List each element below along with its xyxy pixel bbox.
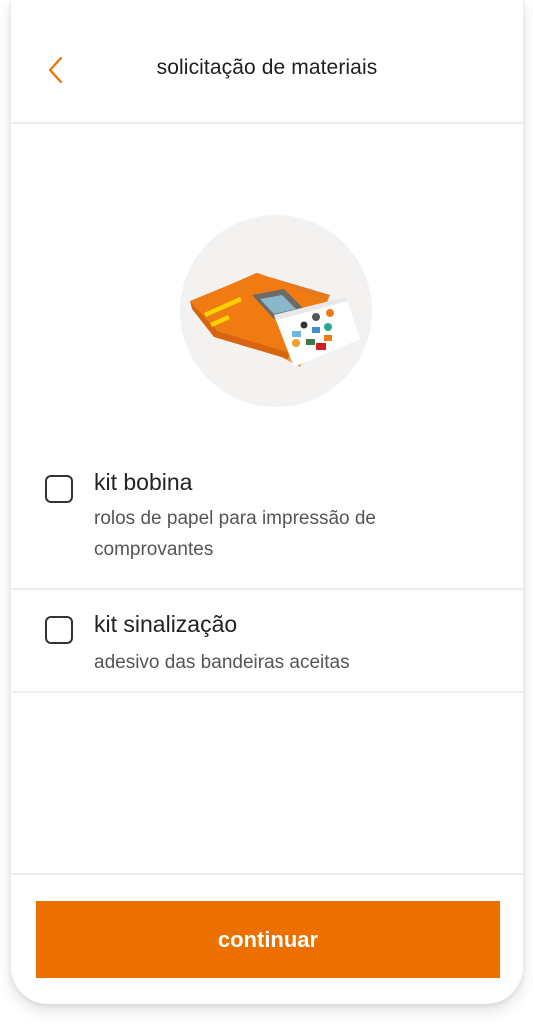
footer: continuar — [11, 873, 523, 1004]
page-title: solicitação de materiais — [156, 56, 378, 79]
option-description: adesivo das bandeiras aceitas — [94, 652, 350, 673]
continue-button[interactable]: continuar — [36, 901, 500, 978]
option-title: kit sinalização — [94, 611, 238, 637]
option-title: kit bobina — [94, 469, 193, 495]
option-kit-sinalizacao[interactable]: kit sinalização adesivo das bandeiras ac… — [11, 590, 523, 693]
kit-sinalizacao-checkbox[interactable] — [45, 616, 73, 644]
app-header: solicitação de materiais — [11, 0, 523, 124]
phone-screen: solicitação de materiais kit bobina rolo… — [10, 0, 524, 1004]
kit-bobina-checkbox[interactable] — [45, 475, 73, 503]
option-description: rolos de papel para impressão de comprov… — [94, 508, 377, 560]
screen-frame: solicitação de materiais kit bobina rolo… — [10, 0, 524, 1004]
materials-kit-illustration — [180, 215, 372, 407]
option-kit-bobina[interactable]: kit bobina rolos de papel para impressão… — [11, 450, 523, 590]
